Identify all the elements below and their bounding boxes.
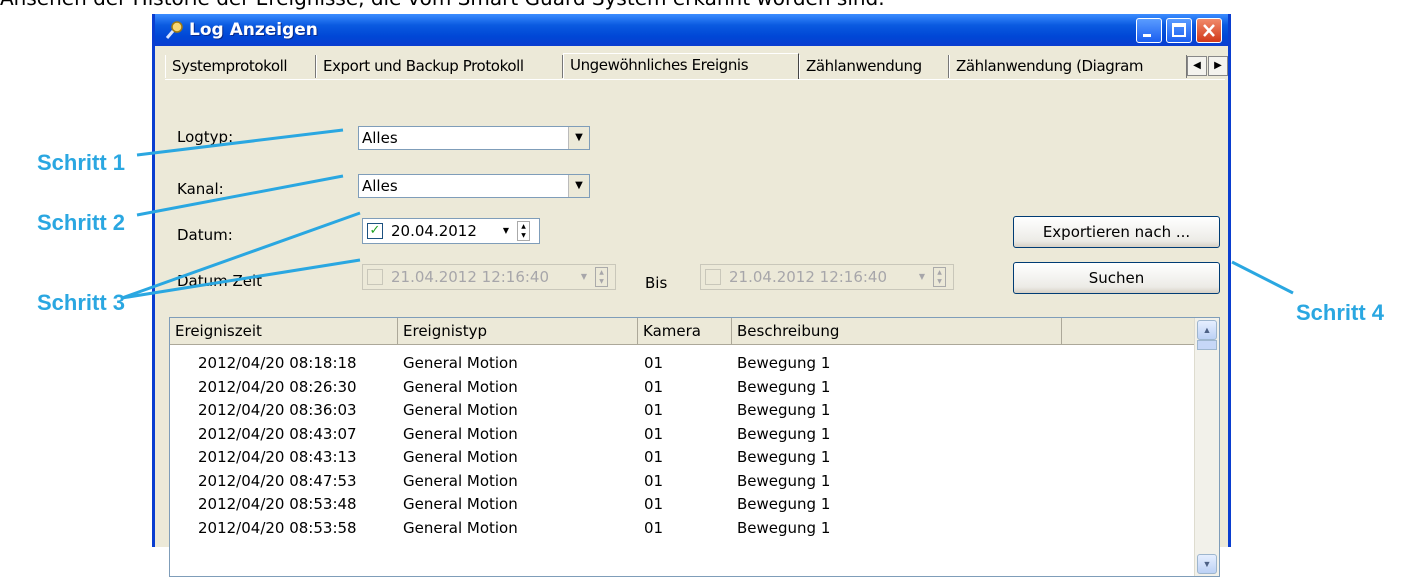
step3-line-a — [121, 211, 361, 300]
scroll-down-icon[interactable]: ▼ — [1197, 554, 1217, 574]
tab-ungewoehnliches-ereignis[interactable]: Ungewöhnliches Ereignis — [563, 53, 799, 79]
step2-line — [136, 174, 344, 217]
step3-label: Schritt 3 — [37, 290, 126, 315]
step1-line — [136, 128, 344, 157]
step2-label: Schritt 2 — [37, 210, 126, 235]
step1-label: Schritt 1 — [37, 150, 126, 175]
step3-line-b — [121, 258, 361, 300]
step4-line — [1231, 260, 1294, 295]
step4-label: Schritt 4 — [1296, 300, 1385, 325]
annotation-lines — [121, 128, 1294, 300]
